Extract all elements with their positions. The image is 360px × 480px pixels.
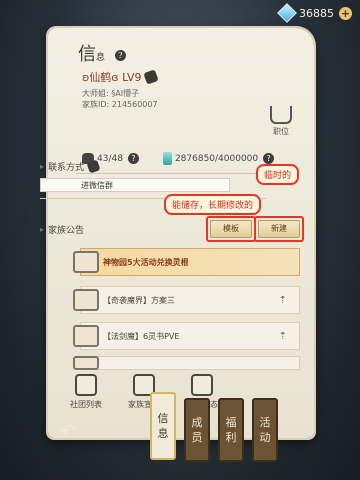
panel-title: 信息 ? xyxy=(78,40,126,66)
scroll-icon xyxy=(73,356,99,370)
highlight-box-template xyxy=(206,216,256,242)
player-name-text: ʚ仙鹤ɞ LV9 xyxy=(82,71,142,84)
contact-text: 进微信群 xyxy=(81,181,113,190)
chevron-right-icon: ▸ xyxy=(40,162,45,171)
tab-welfare-label: 福 利 xyxy=(225,416,237,444)
tab-info-label: 信 息 xyxy=(157,412,169,440)
annotation-store-note: 能储存，长期修改的 xyxy=(164,194,262,215)
bottle-icon xyxy=(162,152,172,165)
crown-icon xyxy=(270,106,292,124)
family-id-value: 214560007 xyxy=(111,100,158,109)
notice-item-partial[interactable] xyxy=(73,356,300,370)
contact-label-text: 联系方式 xyxy=(48,163,85,173)
tab-activity-label: 活 动 xyxy=(259,416,271,444)
scroll-icon xyxy=(73,251,99,273)
add-currency-button[interactable]: + xyxy=(339,6,352,20)
help-icon[interactable]: ? xyxy=(114,49,126,61)
edit-leaf-icon[interactable] xyxy=(142,69,159,85)
resource-help-icon[interactable]: ? xyxy=(263,153,275,164)
scroll-icon xyxy=(73,289,99,311)
master-value: §AI懵子 xyxy=(111,89,140,98)
tab-activity[interactable]: 活 动 xyxy=(252,398,278,462)
family-id-label: 家族ID: xyxy=(82,100,110,109)
resource-count: 2876850/4000000 ? xyxy=(139,152,275,165)
notice-text: 【法剑魔】6灵书PVE xyxy=(103,331,180,341)
contact-field[interactable]: 进微信群 xyxy=(40,178,230,192)
tab-info[interactable]: 信 息 xyxy=(150,392,176,460)
edit-contact-icon[interactable] xyxy=(86,159,101,174)
currency-bar: 36885 + xyxy=(277,3,352,23)
title-small: 息 xyxy=(96,53,106,63)
tab-members[interactable]: 成 员 xyxy=(184,398,210,462)
side-tabs: 信 息 成 员 福 利 活 动 xyxy=(150,392,278,462)
title-main: 信 xyxy=(78,44,96,65)
highlight-box-new xyxy=(254,216,304,242)
chevron-right-icon: ▸ xyxy=(40,225,45,234)
rank-badge[interactable]: 职位 xyxy=(270,106,292,137)
contact-label: ▸ 联系方式 xyxy=(40,159,101,174)
pin-top-icon[interactable]: ⇡ xyxy=(279,331,287,342)
announcement-label-text: 家族公告 xyxy=(48,226,85,236)
announcement-label: ▸ 家族公告 xyxy=(40,223,84,236)
club-list-label: 社团列表 xyxy=(70,400,102,409)
gem-icon xyxy=(277,3,297,23)
scroll-icon xyxy=(73,325,99,347)
member-help-icon[interactable]: ? xyxy=(127,153,139,164)
pin-top-icon[interactable]: ⇡ xyxy=(279,295,287,306)
member-count-text: 43/48 xyxy=(97,153,123,164)
currency-amount: 36885 xyxy=(299,6,334,20)
master-row: 大师姐: §AI懵子 xyxy=(82,88,139,99)
tab-members-label: 成 员 xyxy=(191,416,203,444)
rank-label: 职位 xyxy=(273,127,289,136)
master-label: 大师姐: xyxy=(82,89,109,98)
notice-text: 神物园5大活动兑换灵根 xyxy=(103,257,189,267)
notice-item[interactable]: 【奇袭魔界】方案三 ⇡ xyxy=(73,286,300,314)
family-id-row: 家族ID: 214560007 xyxy=(82,99,158,110)
player-name: ʚ仙鹤ɞ LV9 xyxy=(82,69,159,85)
resource-count-text: 2876850/4000000 xyxy=(174,153,259,164)
notice-item-pinned[interactable]: 神物园5大活动兑换灵根 xyxy=(73,248,300,276)
club-list-button[interactable]: 社团列表 xyxy=(64,374,108,410)
annotation-temp-note: 临时的 xyxy=(256,164,300,185)
back-arrow-icon[interactable]: ↶ xyxy=(56,420,80,442)
log-icon xyxy=(191,374,213,396)
list-icon xyxy=(75,374,97,396)
tab-welfare[interactable]: 福 利 xyxy=(218,398,244,462)
notice-text: 【奇袭魔界】方案三 xyxy=(103,295,175,305)
notice-item[interactable]: 【法剑魔】6灵书PVE ⇡ xyxy=(73,322,300,350)
